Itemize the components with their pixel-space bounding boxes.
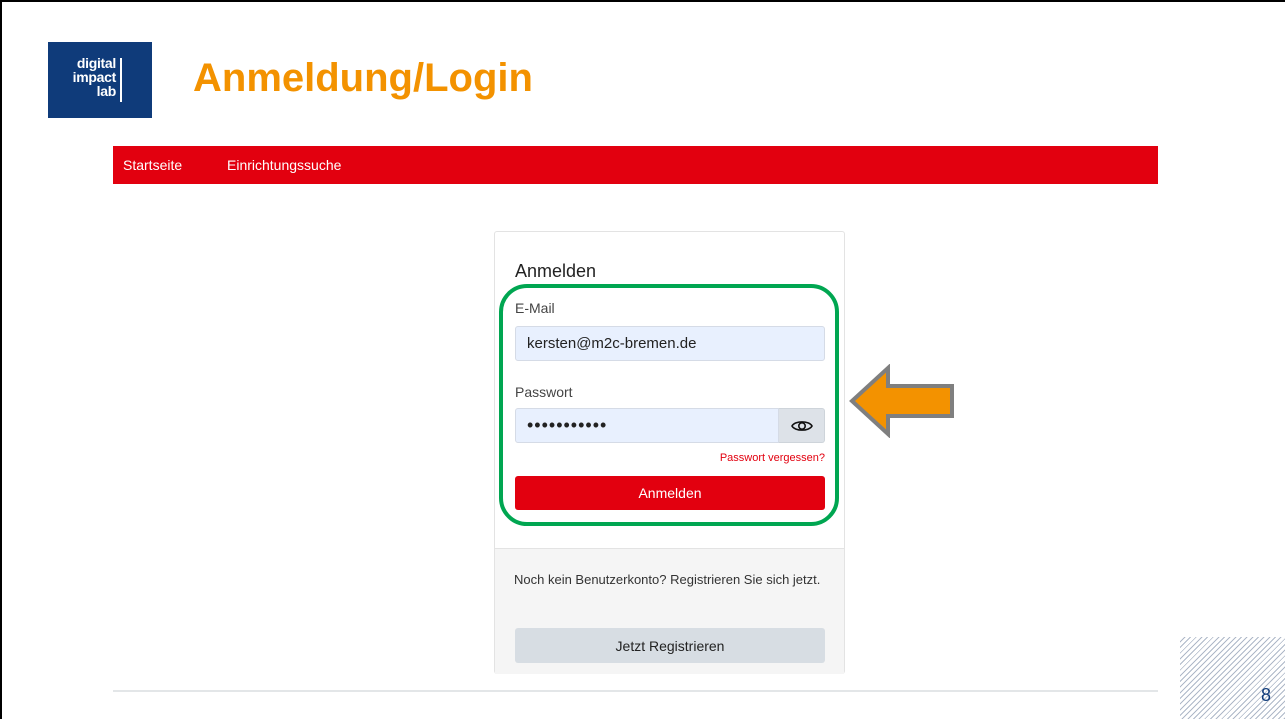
digital-impact-lab-logo: digital impact lab xyxy=(48,42,152,118)
arrow-left-icon xyxy=(849,364,954,438)
forgot-password-link[interactable]: Passwort vergessen? xyxy=(720,452,825,464)
show-password-button[interactable] xyxy=(779,408,825,443)
logo-line: lab xyxy=(96,83,117,99)
logo-line: digital xyxy=(76,55,116,71)
page-number: 8 xyxy=(1261,685,1272,705)
register-prompt: Noch kein Benutzerkonto? Registrieren Si… xyxy=(514,572,821,587)
top-navbar: Startseite Einrichtungssuche xyxy=(113,146,1158,184)
nav-link-startseite[interactable]: Startseite xyxy=(123,157,182,173)
login-button[interactable]: Anmelden xyxy=(515,476,825,510)
logo-bar xyxy=(120,58,122,102)
bottom-divider xyxy=(113,690,1158,692)
eye-icon xyxy=(790,420,813,431)
password-label: Passwort xyxy=(515,384,573,400)
hatch-decoration xyxy=(1180,637,1285,719)
nav-link-einrichtungssuche[interactable]: Einrichtungssuche xyxy=(227,157,341,173)
register-button[interactable]: Jetzt Registrieren xyxy=(515,628,825,663)
slide-title: Anmeldung/Login xyxy=(193,56,533,100)
logo-text: digital impact lab xyxy=(64,55,117,99)
register-section: Noch kein Benutzerkonto? Registrieren Si… xyxy=(495,548,844,674)
email-label: E-Mail xyxy=(515,300,555,316)
login-heading: Anmelden xyxy=(515,261,597,281)
email-field[interactable] xyxy=(515,326,825,361)
login-card: Anmelden E-Mail Passwort Passwort verges… xyxy=(494,231,845,674)
password-field[interactable] xyxy=(515,408,779,443)
logo-line: impact xyxy=(72,69,117,85)
